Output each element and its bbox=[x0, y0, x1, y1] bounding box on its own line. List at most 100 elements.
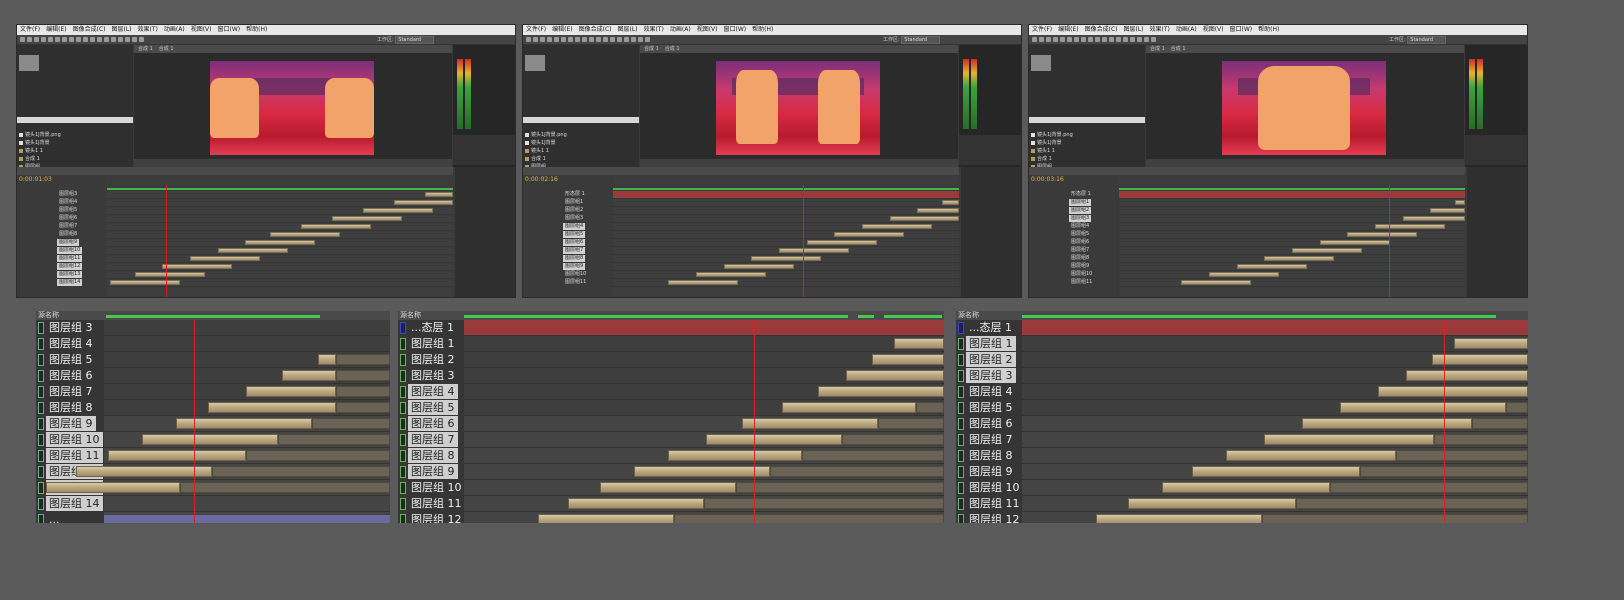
layer-clip[interactable] bbox=[742, 418, 878, 429]
menu-item[interactable]: 视图(V) bbox=[697, 26, 718, 33]
project-item[interactable]: 合成 1 bbox=[19, 155, 40, 163]
layer-clip[interactable] bbox=[723, 264, 794, 269]
project-item[interactable]: 镜头1J背景 bbox=[19, 139, 50, 147]
tool-icon[interactable] bbox=[34, 37, 39, 42]
layer-clip[interactable] bbox=[363, 208, 434, 213]
layer-clip[interactable] bbox=[142, 434, 278, 445]
menu-item[interactable]: 图像合成(C) bbox=[579, 26, 612, 33]
work-area-bar[interactable] bbox=[107, 188, 453, 190]
layer-clip[interactable] bbox=[779, 248, 850, 253]
project-item[interactable]: 镜头1J背景.png bbox=[19, 131, 61, 139]
tool-icon[interactable] bbox=[1088, 37, 1093, 42]
tool-icon[interactable] bbox=[610, 37, 615, 42]
workspace-selector[interactable]: 工作区: Standard bbox=[377, 36, 435, 44]
layer-clip[interactable] bbox=[245, 240, 316, 245]
timeline-layer-row[interactable]: 图层组13 bbox=[17, 271, 83, 278]
tool-icon[interactable] bbox=[547, 37, 552, 42]
comp-tab[interactable]: 合成 1 bbox=[644, 46, 659, 52]
layer-clip[interactable] bbox=[917, 208, 959, 213]
playhead[interactable] bbox=[803, 185, 805, 297]
menu-item[interactable]: 帮助(H) bbox=[246, 26, 267, 33]
layer-clip[interactable] bbox=[46, 482, 180, 493]
layer-row[interactable]: ...态层 1 bbox=[398, 320, 464, 336]
menu-item[interactable]: 图层(L) bbox=[112, 26, 132, 33]
timeline-layer-row[interactable]: 图层组10 bbox=[523, 271, 588, 278]
layer-clip[interactable] bbox=[1208, 272, 1279, 277]
timeline-layer-row[interactable]: 图层组1 bbox=[523, 199, 585, 206]
timeline-layer-row[interactable]: 图层组3 bbox=[17, 191, 79, 198]
layer-row[interactable]: 图层组 5 bbox=[956, 400, 1022, 416]
layer-clip[interactable] bbox=[246, 386, 336, 397]
viewer-controls[interactable] bbox=[640, 159, 958, 167]
layer-row[interactable]: 图层组 7 bbox=[956, 432, 1022, 448]
layer-clip[interactable] bbox=[331, 216, 402, 221]
timeline-layer-row[interactable]: 图层组1 bbox=[1029, 199, 1092, 206]
layer-clip[interactable] bbox=[134, 272, 205, 277]
timecode-display[interactable]: 0:00:03:16 bbox=[1031, 176, 1064, 183]
tool-icon[interactable] bbox=[1102, 37, 1107, 42]
layer-clip[interactable] bbox=[668, 280, 739, 285]
layer-clip[interactable] bbox=[1378, 386, 1528, 397]
timeline-layer-row[interactable]: 图层组4 bbox=[1029, 223, 1091, 230]
tool-icon[interactable] bbox=[575, 37, 580, 42]
layer-row[interactable]: 图层组 5 bbox=[398, 400, 464, 416]
menu-item[interactable]: 图像合成(C) bbox=[1085, 26, 1118, 33]
workspace-value[interactable]: Standard bbox=[1407, 36, 1447, 44]
layer-clip[interactable] bbox=[634, 466, 770, 477]
layer-clip[interactable] bbox=[834, 232, 905, 237]
menu-item[interactable]: 窗口(W) bbox=[217, 26, 240, 33]
tool-icon[interactable] bbox=[1032, 37, 1037, 42]
timeline-layer-row[interactable]: 图层组9 bbox=[17, 239, 80, 246]
timeline-layer-row[interactable]: 图层组8 bbox=[17, 231, 79, 238]
timeline-layer-row[interactable]: 图层组5 bbox=[523, 231, 586, 238]
timeline-layer-row[interactable]: 图层组4 bbox=[17, 199, 79, 206]
layer-row[interactable]: 图层组 10 bbox=[36, 432, 104, 448]
layer-clip[interactable] bbox=[538, 514, 674, 523]
project-item[interactable]: 合成 1 bbox=[1031, 155, 1052, 163]
layer-clip[interactable] bbox=[941, 200, 959, 205]
tool-icon[interactable] bbox=[76, 37, 81, 42]
tool-icon[interactable] bbox=[97, 37, 102, 42]
menu-item[interactable]: 图层(L) bbox=[618, 26, 638, 33]
layer-clip[interactable] bbox=[600, 482, 736, 493]
work-area-bar[interactable] bbox=[464, 315, 848, 318]
project-item[interactable]: 镜头1J背景 bbox=[525, 139, 556, 147]
menu-item[interactable]: 效果(T) bbox=[1150, 26, 1170, 33]
layer-row[interactable]: 图层组 7 bbox=[398, 432, 464, 448]
layer-clip[interactable] bbox=[751, 256, 822, 261]
project-item[interactable]: 镜头1 1 bbox=[1031, 147, 1055, 155]
layer-clip[interactable] bbox=[1264, 434, 1434, 445]
work-area-bar[interactable] bbox=[1022, 315, 1496, 318]
menu-item[interactable]: 图层(L) bbox=[1124, 26, 1144, 33]
menu-item[interactable]: 效果(T) bbox=[644, 26, 664, 33]
work-area-bar[interactable] bbox=[106, 315, 320, 318]
tool-icon[interactable] bbox=[55, 37, 60, 42]
tool-icon[interactable] bbox=[526, 37, 531, 42]
timeline-layer-row[interactable]: 图层组11 bbox=[17, 255, 83, 262]
layer-clip[interactable] bbox=[806, 240, 877, 245]
tool-icon[interactable] bbox=[111, 37, 116, 42]
timeline-layer-row[interactable]: 图层组4 bbox=[523, 223, 586, 230]
layer-row[interactable]: 图层组 11 bbox=[956, 496, 1022, 512]
layer-clip[interactable] bbox=[1432, 354, 1528, 365]
layer-clip[interactable] bbox=[1226, 450, 1396, 461]
tool-icon[interactable] bbox=[1123, 37, 1128, 42]
workspace-value[interactable]: Standard bbox=[395, 36, 435, 44]
timeline-layer-row[interactable]: 图层组5 bbox=[1029, 231, 1091, 238]
layer-row[interactable]: 图层组 10 bbox=[956, 480, 1022, 496]
comp-tab[interactable]: 合成 1 bbox=[665, 46, 680, 52]
tool-icon[interactable] bbox=[617, 37, 622, 42]
tool-icon[interactable] bbox=[561, 37, 566, 42]
layer-row[interactable]: 图层组 8 bbox=[398, 448, 464, 464]
tool-icon[interactable] bbox=[1053, 37, 1058, 42]
layer-clip[interactable] bbox=[208, 402, 336, 413]
timeline-layer-row[interactable]: 图层组5 bbox=[17, 207, 79, 214]
layer-clip[interactable] bbox=[872, 354, 944, 365]
work-area-bar[interactable] bbox=[613, 188, 959, 190]
tool-icon[interactable] bbox=[645, 37, 650, 42]
tool-icon[interactable] bbox=[48, 37, 53, 42]
menu-item[interactable]: 帮助(H) bbox=[752, 26, 773, 33]
tool-icon[interactable] bbox=[1144, 37, 1149, 42]
menu-item[interactable]: 动画(A) bbox=[670, 26, 691, 33]
layer-row[interactable]: 图层组 6 bbox=[398, 416, 464, 432]
